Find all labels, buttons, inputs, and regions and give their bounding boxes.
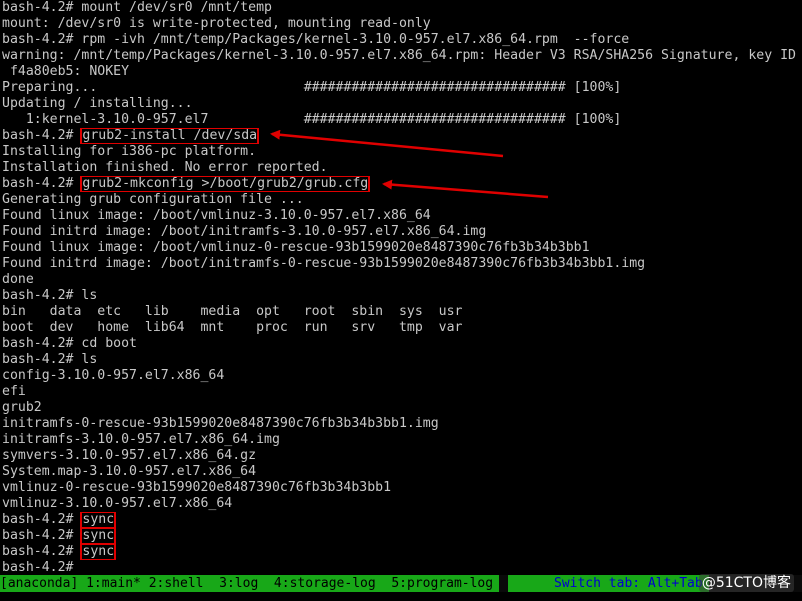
shell-prompt: bash-4.2# bbox=[2, 128, 82, 143]
highlighted-command: grub2-install /dev/sda bbox=[80, 128, 260, 144]
terminal-line: bash-4.2# sync bbox=[2, 544, 800, 560]
terminal-line: Preparing... ###########################… bbox=[2, 80, 622, 95]
terminal-line: Found linux image: /boot/vmlinuz-3.10.0-… bbox=[2, 208, 431, 223]
terminal-line: Installing for i386-pc platform. bbox=[2, 144, 257, 159]
status-bar-windows[interactable]: [anaconda] 1:main* 2:shell 3:log 4:stora… bbox=[0, 575, 500, 592]
terminal-line: bash-4.2# cd boot bbox=[2, 336, 137, 351]
terminal-line: bash-4.2# grub2-install /dev/sda bbox=[2, 128, 800, 144]
terminal-line: bash-4.2# grub2-mkconfig >/boot/grub2/gr… bbox=[2, 176, 800, 192]
shell-prompt: bash-4.2# bbox=[2, 528, 82, 543]
terminal-line: bash-4.2# mount /dev/sr0 /mnt/temp bbox=[2, 0, 272, 15]
shell-prompt: bash-4.2# bbox=[2, 544, 82, 559]
terminal-line: Found initrd image: /boot/initramfs-0-re… bbox=[2, 256, 646, 271]
shell-prompt: bash-4.2# bbox=[2, 512, 82, 527]
terminal-line: bash-4.2# rpm -ivh /mnt/temp/Packages/ke… bbox=[2, 32, 630, 47]
terminal-line: vmlinuz-3.10.0-957.el7.x86_64 bbox=[2, 496, 233, 511]
status-bar-fill bbox=[508, 575, 548, 592]
terminal-line: Installation finished. No error reported… bbox=[2, 160, 328, 175]
terminal-line: done bbox=[2, 272, 34, 287]
terminal-line: initramfs-0-rescue-93b1599020e8487390c76… bbox=[2, 416, 439, 431]
terminal-line: bash-4.2# bbox=[2, 560, 82, 575]
highlighted-command: grub2-mkconfig >/boot/grub2/grub.cfg bbox=[80, 176, 371, 192]
terminal-line: symvers-3.10.0-957.el7.x86_64.gz bbox=[2, 448, 257, 463]
terminal-line: Found initrd image: /boot/initramfs-3.10… bbox=[2, 224, 487, 239]
highlighted-command: sync bbox=[80, 512, 117, 528]
terminal-screen[interactable]: bash-4.2# mount /dev/sr0 /mnt/temp mount:… bbox=[0, 0, 802, 601]
terminal-line: bin data etc lib media opt root sbin sys… bbox=[2, 304, 463, 319]
tmux-status-bar: [anaconda] 1:main* 2:shell 3:log 4:stora… bbox=[0, 575, 802, 592]
terminal-line: vmlinuz-0-rescue-93b1599020e8487390c76fb… bbox=[2, 480, 392, 495]
highlighted-command: sync bbox=[80, 544, 117, 560]
terminal-line: warning: /mnt/temp/Packages/kernel-3.10.… bbox=[2, 48, 796, 63]
terminal-line: boot dev home lib64 mnt proc run srv tmp… bbox=[2, 320, 463, 335]
watermark-logo: @51CTO博客 bbox=[698, 574, 794, 592]
terminal-line: config-3.10.0-957.el7.x86_64 bbox=[2, 368, 225, 383]
highlighted-command: sync bbox=[80, 528, 117, 544]
terminal-output[interactable]: bash-4.2# mount /dev/sr0 /mnt/temp mount:… bbox=[2, 0, 800, 576]
status-bar-switch-tab-hint: Switch tab: Alt+Tab bbox=[548, 575, 709, 592]
shell-prompt: bash-4.2# bbox=[2, 176, 82, 191]
terminal-line: mount: /dev/sr0 is write-protected, moun… bbox=[2, 16, 431, 31]
terminal-line: efi bbox=[2, 384, 26, 399]
terminal-line: bash-4.2# ls bbox=[2, 352, 98, 367]
terminal-line: bash-4.2# sync bbox=[2, 528, 800, 544]
terminal-line: System.map-3.10.0-957.el7.x86_64 bbox=[2, 464, 257, 479]
terminal-line: f4a80eb5: NOKEY bbox=[2, 64, 130, 79]
terminal-line: Generating grub configuration file ... bbox=[2, 192, 304, 207]
terminal-line: bash-4.2# sync bbox=[2, 512, 800, 528]
terminal-line: 1:kernel-3.10.0-957.el7 ################… bbox=[2, 112, 622, 127]
terminal-line: grub2 bbox=[2, 400, 42, 415]
terminal-line: Updating / installing... bbox=[2, 96, 193, 111]
terminal-line: bash-4.2# ls bbox=[2, 288, 98, 303]
terminal-line: initramfs-3.10.0-957.el7.x86_64.img bbox=[2, 432, 280, 447]
terminal-line: Found linux image: /boot/vmlinuz-0-rescu… bbox=[2, 240, 590, 255]
